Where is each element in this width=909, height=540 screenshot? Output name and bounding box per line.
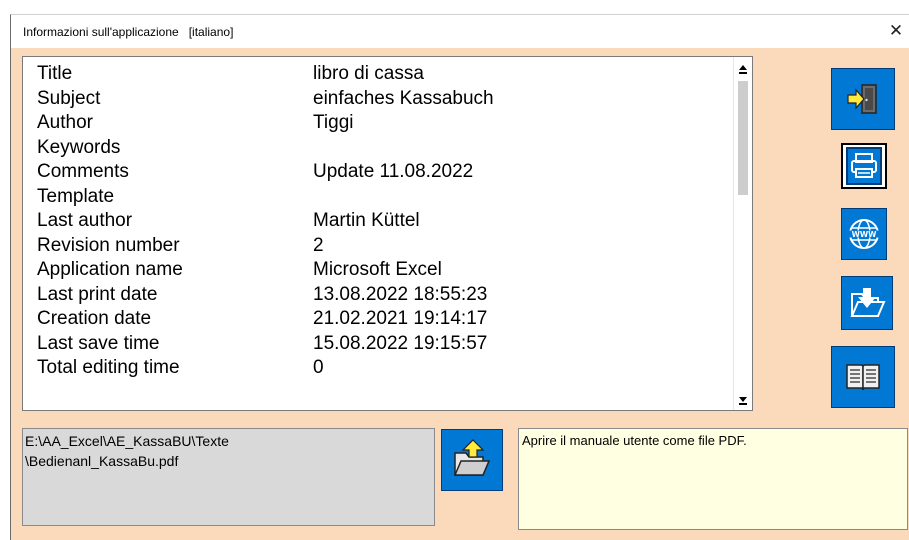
- pdf-path-line-1: E:\AA_Excel\AE_KassaBU\Texte: [25, 433, 229, 449]
- properties-list: Title libro di cassa Subject einfaches Kas…: [37, 62, 494, 381]
- property-value: einfaches Kassabuch: [313, 87, 494, 109]
- list-item[interactable]: Template: [37, 185, 494, 210]
- web-button[interactable]: WWW: [841, 208, 887, 260]
- property-name: Last author: [37, 210, 133, 232]
- list-item[interactable]: Subject einfaches Kassabuch: [37, 87, 494, 112]
- property-name: Keywords: [37, 136, 121, 158]
- list-item[interactable]: Comments Update 11.08.2022: [37, 160, 494, 185]
- download-button[interactable]: [841, 276, 893, 330]
- exit-button[interactable]: [831, 68, 895, 130]
- scrollbar-thumb[interactable]: [738, 81, 748, 195]
- close-icon: ✕: [888, 21, 904, 40]
- list-item[interactable]: Author Tiggi: [37, 111, 494, 136]
- dialog-title-bar: Informazioni sull'applicazione [italiano…: [10, 14, 909, 49]
- folder-upload-icon: [453, 439, 491, 476]
- property-name: Comments: [37, 161, 129, 183]
- scroll-down-arrow-icon[interactable]: [738, 394, 748, 406]
- property-name: Creation date: [37, 308, 152, 330]
- list-item[interactable]: Last save time 15.08.2022 19:15:57: [37, 332, 494, 357]
- property-value: Microsoft Excel: [313, 259, 442, 281]
- list-item[interactable]: Last print date 13.08.2022 18:55:23: [37, 283, 494, 308]
- list-item[interactable]: Last author Martin Küttel: [37, 209, 494, 234]
- list-item[interactable]: Keywords: [37, 136, 494, 161]
- property-value: 15.08.2022 19:15:57: [313, 332, 488, 354]
- property-name: Application name: [37, 259, 183, 281]
- property-value: libro di cassa: [313, 63, 424, 85]
- properties-listbox[interactable]: Title libro di cassa Subject einfaches Kas…: [22, 56, 753, 411]
- dialog-title: Informazioni sull'applicazione [italiano…: [23, 25, 234, 39]
- property-name: Template: [37, 185, 115, 207]
- property-name: Author: [37, 112, 93, 134]
- property-name: Last print date: [37, 283, 158, 305]
- exit-door-icon: [847, 84, 877, 114]
- dialog-body: Title libro di cassa Subject einfaches Kas…: [10, 48, 909, 540]
- property-value: 13.08.2022 18:55:23: [313, 283, 488, 305]
- list-item[interactable]: Application name Microsoft Excel: [37, 258, 494, 283]
- pdf-path-line-2: \Bedienanl_KassaBu.pdf: [25, 453, 179, 469]
- property-value: 21.02.2021 19:14:17: [313, 308, 488, 330]
- list-item[interactable]: Creation date 21.02.2021 19:14:17: [37, 307, 494, 332]
- property-name: Subject: [37, 87, 101, 109]
- property-name: Revision number: [37, 234, 180, 256]
- printer-icon: [851, 153, 877, 178]
- list-item[interactable]: Total editing time 0: [37, 356, 494, 381]
- list-item[interactable]: Revision number 2: [37, 234, 494, 259]
- folder-download-icon: [850, 288, 886, 317]
- property-value: 2: [313, 234, 324, 256]
- list-item[interactable]: Title libro di cassa: [37, 62, 494, 87]
- print-button-face: [846, 147, 882, 185]
- scroll-up-arrow-icon[interactable]: [738, 63, 748, 75]
- property-value: Martin Küttel: [313, 210, 420, 232]
- property-name: Total editing time: [37, 357, 180, 379]
- property-value: Update 11.08.2022: [313, 161, 474, 183]
- close-button[interactable]: ✕: [884, 19, 908, 43]
- property-name: Title: [37, 63, 73, 85]
- pdf-path-field[interactable]: E:\AA_Excel\AE_KassaBU\Texte \Bedienanl_…: [22, 428, 435, 526]
- open-book-icon: [846, 364, 880, 391]
- open-pdf-button[interactable]: [441, 429, 503, 491]
- property-name: Last save time: [37, 332, 160, 354]
- globe-www-icon: WWW: [849, 219, 879, 249]
- manual-button[interactable]: [831, 346, 895, 408]
- info-text: Aprire il manuale utente come file PDF.: [522, 433, 747, 448]
- print-button[interactable]: [841, 143, 887, 189]
- property-value: 0: [313, 357, 324, 379]
- property-value: Tiggi: [313, 112, 354, 134]
- info-text-box: Aprire il manuale utente come file PDF.: [518, 428, 908, 530]
- vertical-scrollbar[interactable]: [733, 57, 752, 410]
- svg-text:WWW: WWW: [852, 230, 878, 239]
